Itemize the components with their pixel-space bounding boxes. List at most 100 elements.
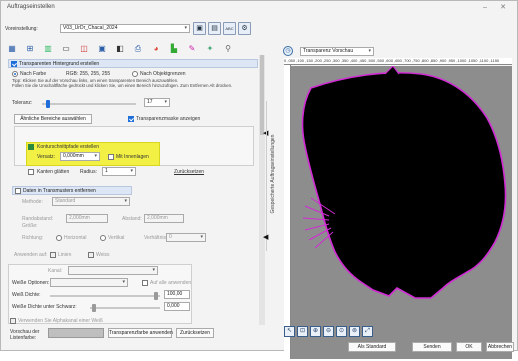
tolerance-label: Toleranz: [12, 100, 33, 106]
pin-icon[interactable]: ⚲ [222, 43, 234, 55]
ruler-ticks: 0 ,050 ,100 ,150 ,200 ,250 ,300 ,350 ,40… [284, 58, 500, 63]
border-icon[interactable]: ◫ [78, 43, 90, 55]
pointer-icon[interactable]: ↖ [284, 326, 295, 337]
monitor-icon[interactable]: ▭ [60, 43, 72, 55]
chart-icon[interactable]: ▙ [168, 43, 180, 55]
zoom-out-icon[interactable]: ⊖ [323, 326, 334, 337]
border-value: 2,000mm [69, 215, 90, 221]
select-similar-button[interactable]: Ähnliche Bereiche auswählen [14, 114, 92, 124]
by-object-label: Nach Objektgrenzen [140, 71, 186, 77]
expand-icon[interactable]: ⤢ [362, 326, 373, 337]
frame-icon[interactable]: ▣ [96, 43, 108, 55]
crop-icon[interactable]: ⊞ [24, 43, 36, 55]
preset-label: Voreinstellung: [5, 26, 38, 32]
vertical-radio[interactable] [100, 235, 106, 241]
preset-select[interactable]: V03_UrDr_Chacal_2024 ▾ [60, 24, 190, 33]
layout-icon[interactable]: ▦ [6, 43, 18, 55]
under-black-input[interactable]: 0,000 [164, 302, 190, 311]
apply-all-checkbox[interactable] [142, 280, 148, 286]
channel-select[interactable]: ▾ [68, 266, 158, 275]
zoom-in-icon[interactable]: ⊕ [310, 326, 321, 337]
layers-icon[interactable]: ◧ [114, 43, 126, 55]
use-alpha-checkbox[interactable] [10, 318, 16, 324]
chevron-down-icon: ▾ [122, 279, 125, 285]
rgb-value: RGB: 255, 255, 255 [66, 71, 111, 77]
white-density-value: 100,00 [167, 291, 183, 297]
white-options-label: Weiße Optionen: [12, 280, 50, 286]
transparency-checkbox[interactable] [11, 61, 17, 67]
right-opt-checkbox[interactable] [88, 252, 94, 258]
select-similar-label: Ähnliche Bereiche auswählen [20, 116, 86, 122]
show-transparency-checkbox[interactable] [128, 116, 134, 122]
preview-panel: ◷ Transparenz Vorschau ▾ 0 ,050 ,100 ,150… [278, 45, 517, 359]
wand-icon[interactable]: ✦ [204, 43, 216, 55]
by-object-radio[interactable] [132, 71, 138, 77]
minimize-icon[interactable]: – [479, 3, 491, 13]
cancel-button-label: Abbrechen [487, 344, 513, 350]
border-input[interactable]: 2,000mm [66, 214, 108, 223]
reset-bottom-button[interactable]: Zurücksetzen [176, 328, 214, 338]
spacing-label: Abstand: [122, 216, 142, 222]
chevron-down-icon: ▾ [200, 234, 203, 240]
color-icon[interactable]: ◕ [150, 43, 162, 55]
close-icon[interactable]: ✕ [497, 3, 509, 13]
channel-label: Kanal: [48, 268, 63, 274]
settings-icon[interactable]: ⚙ [238, 22, 251, 35]
print-icon[interactable]: ⎙ [132, 43, 144, 55]
white-density-slider[interactable] [50, 295, 160, 297]
radius-label: Radius: [80, 169, 97, 175]
apply-label: Anwenden auf: [14, 252, 48, 258]
save-icon[interactable]: ▣ [193, 22, 206, 35]
apply-transparency-button[interactable]: Transparenzfarbe anwenden [108, 328, 173, 338]
chevron-down-icon: ▾ [152, 267, 155, 273]
tolerance-slider-thumb[interactable] [46, 100, 50, 108]
scrollbar-thumb[interactable] [260, 55, 264, 135]
save-as-icon[interactable]: ▤ [208, 22, 221, 35]
horizontal-radio[interactable] [56, 235, 62, 241]
radius-input[interactable]: 1 ▾ [102, 167, 136, 176]
white-density-thumb[interactable] [154, 292, 158, 300]
smooth-label: Kanten glätten [37, 169, 70, 175]
with-gaps-checkbox[interactable] [108, 154, 114, 160]
clock-icon[interactable]: ◷ [283, 46, 293, 56]
cut-marks-header[interactable]: Daten in Transmusters entfernen [12, 186, 132, 195]
tolerance-slider[interactable] [42, 103, 136, 105]
angle-select[interactable]: 0 ▾ [166, 233, 206, 242]
dialog-window: Auftragseinstellen – ✕ Voreinstellung: V… [0, 0, 518, 359]
spacing-input[interactable]: 2,000mm [144, 214, 184, 223]
preset-value: V03_UrDr_Chacal_2024 [63, 25, 118, 31]
left-scrollbar[interactable] [259, 55, 265, 325]
method-select[interactable]: Standard ▾ [52, 197, 130, 206]
smooth-checkbox[interactable] [28, 169, 34, 175]
zoom-selection-icon[interactable]: ⊙ [336, 326, 347, 337]
zoom-page-icon[interactable]: ⊚ [349, 326, 360, 337]
ok-button-label: OK [465, 344, 473, 350]
transparency-header[interactable]: Transparenten Hintergrund erstellen [8, 59, 258, 68]
grid-icon[interactable]: ▥ [42, 43, 54, 55]
collapse-left-icon-2[interactable]: ◀ [263, 233, 268, 241]
preview-color-label: Vorschau der Listenfarbe: [10, 329, 40, 341]
white-density-input[interactable]: 100,00 [164, 290, 190, 299]
size-label: Größe: [22, 223, 38, 229]
settings-panel: Voreinstellung: V03_UrDr_Chacal_2024 ▾ ▣ … [4, 16, 262, 352]
reset-bottom-label: Zurücksetzen [179, 330, 210, 336]
abc-button[interactable]: ABC [223, 22, 236, 35]
preview-canvas[interactable] [291, 65, 512, 359]
tolerance-input[interactable]: 17 ▾ [144, 98, 170, 107]
preview-mode-select[interactable]: Transparenz Vorschau ▾ [300, 47, 374, 56]
under-black-slider[interactable] [90, 307, 160, 309]
by-color-radio[interactable] [12, 71, 18, 77]
under-black-thumb[interactable] [92, 304, 96, 312]
brush-icon[interactable]: ✎ [186, 43, 198, 55]
vertical-ruler [284, 65, 291, 359]
contour-checkbox[interactable] [28, 144, 34, 150]
zoom-fit-icon[interactable]: ⊡ [297, 326, 308, 337]
white-options-select[interactable]: ▾ [50, 278, 128, 287]
cut-marks-checkbox[interactable] [15, 188, 21, 194]
left-opt-checkbox[interactable] [50, 252, 56, 258]
reset-link[interactable]: Zurücksetzen [174, 169, 204, 175]
offset-input[interactable]: 0,000mm ▾ [60, 152, 100, 161]
by-color-label: Nach Farbe [20, 71, 47, 77]
saved-settings-tab[interactable]: Gespeicherte Auftragseinstellungen [266, 101, 278, 251]
right-opt-label: Weiss [96, 252, 110, 258]
